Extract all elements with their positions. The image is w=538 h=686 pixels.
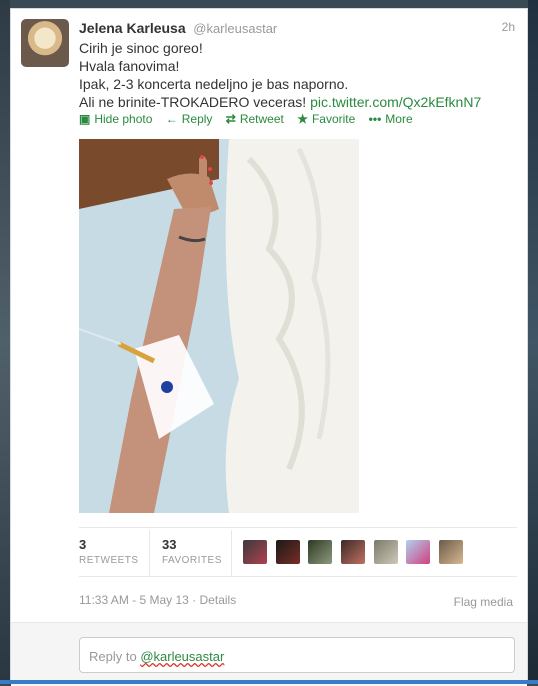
photo-icon: ▣ <box>79 112 91 126</box>
reply-input[interactable]: Reply to @karleusastar <box>79 637 515 673</box>
tweet-text: Cirih je sinoc goreo! Hvala fanovima! Ip… <box>79 39 519 111</box>
avatar[interactable] <box>373 540 398 564</box>
avatar[interactable] <box>340 540 365 564</box>
more-button[interactable]: ••• More <box>369 112 413 126</box>
reply-button[interactable]: ← Reply <box>166 112 213 126</box>
tweet-card: Jelena Karleusa @karleusastar 2h Cirih j… <box>10 8 528 686</box>
avatar[interactable] <box>275 540 300 564</box>
hide-photo-button[interactable]: ▣ Hide photo <box>79 112 152 126</box>
reply-area: Reply to @karleusastar <box>11 622 527 686</box>
retweet-label: Retweet <box>239 112 284 126</box>
background-left <box>0 0 10 684</box>
tweet-header: Jelena Karleusa @karleusastar 2h <box>79 20 517 38</box>
reply-arrow-icon: ← <box>165 112 178 126</box>
tweet-time[interactable]: 2h <box>502 20 515 34</box>
tweet-line: Cirih je sinoc goreo! <box>79 40 203 56</box>
tweet-line-text: Ali ne brinite-TROKADERO veceras! <box>79 94 311 110</box>
meta-separator: · <box>188 593 200 607</box>
tweet-timestamp[interactable]: 11:33 AM - 5 May 13 <box>79 593 189 607</box>
retweet-icon: ⇄ <box>225 112 236 126</box>
divider-top <box>79 527 517 528</box>
star-icon: ★ <box>297 112 308 126</box>
stats-separator <box>231 530 232 576</box>
favorite-button[interactable]: ★ Favorite <box>297 112 355 126</box>
avatar[interactable] <box>438 540 463 564</box>
stats-separator <box>149 530 150 576</box>
tweet-line: Ipak, 2-3 koncerta nedeljno je bas napor… <box>79 76 349 92</box>
details-link[interactable]: Details <box>200 593 237 607</box>
avatar[interactable] <box>21 19 69 67</box>
avatar[interactable] <box>308 540 333 564</box>
tweet-actions: ▣ Hide photo ← Reply ⇄ Retweet ★ Favorite ••… <box>79 112 423 126</box>
flag-media-link[interactable]: Flag media <box>454 595 513 609</box>
favorite-label: Favorite <box>311 112 356 126</box>
reply-label: Reply <box>181 112 213 126</box>
user-handle[interactable]: @karleusastar <box>193 21 277 36</box>
retweets-stat[interactable]: 3 RETWEETS <box>79 530 139 576</box>
favorites-count: 33 <box>162 537 177 552</box>
taskbar-strip <box>0 680 538 684</box>
hide-photo-label: Hide photo <box>94 112 153 126</box>
favoriter-avatars <box>243 540 468 564</box>
user-fullname[interactable]: Jelena Karleusa <box>79 20 186 36</box>
reply-prefix: Reply to <box>89 649 141 664</box>
background-right <box>528 0 538 684</box>
retweets-count: 3 <box>79 537 87 552</box>
tweet-meta: 11:33 AM - 5 May 13 · Details <box>79 593 236 607</box>
avatar[interactable] <box>406 540 431 564</box>
tweet-photo[interactable] <box>79 139 359 513</box>
more-label: More <box>385 112 413 126</box>
retweet-button[interactable]: ⇄ Retweet <box>226 112 284 126</box>
favorites-label: FAVORITES <box>162 555 222 566</box>
favorites-stat[interactable]: 33 FAVORITES <box>162 530 222 576</box>
reply-mention: @karleusastar <box>140 649 225 664</box>
tweet-line: Ali ne brinite-TROKADERO veceras! pic.tw… <box>79 93 519 111</box>
divider-bottom <box>79 576 517 577</box>
retweets-label: RETWEETS <box>79 555 139 566</box>
avatar[interactable] <box>243 540 267 564</box>
photo-link[interactable]: pic.twitter.com/Qx2kEfknN7 <box>310 94 481 110</box>
more-dots-icon: ••• <box>368 112 382 126</box>
tweet-stats: 3 RETWEETS 33 FAVORITES <box>79 530 517 576</box>
tweet-line: Hvala fanovima! <box>79 58 180 74</box>
